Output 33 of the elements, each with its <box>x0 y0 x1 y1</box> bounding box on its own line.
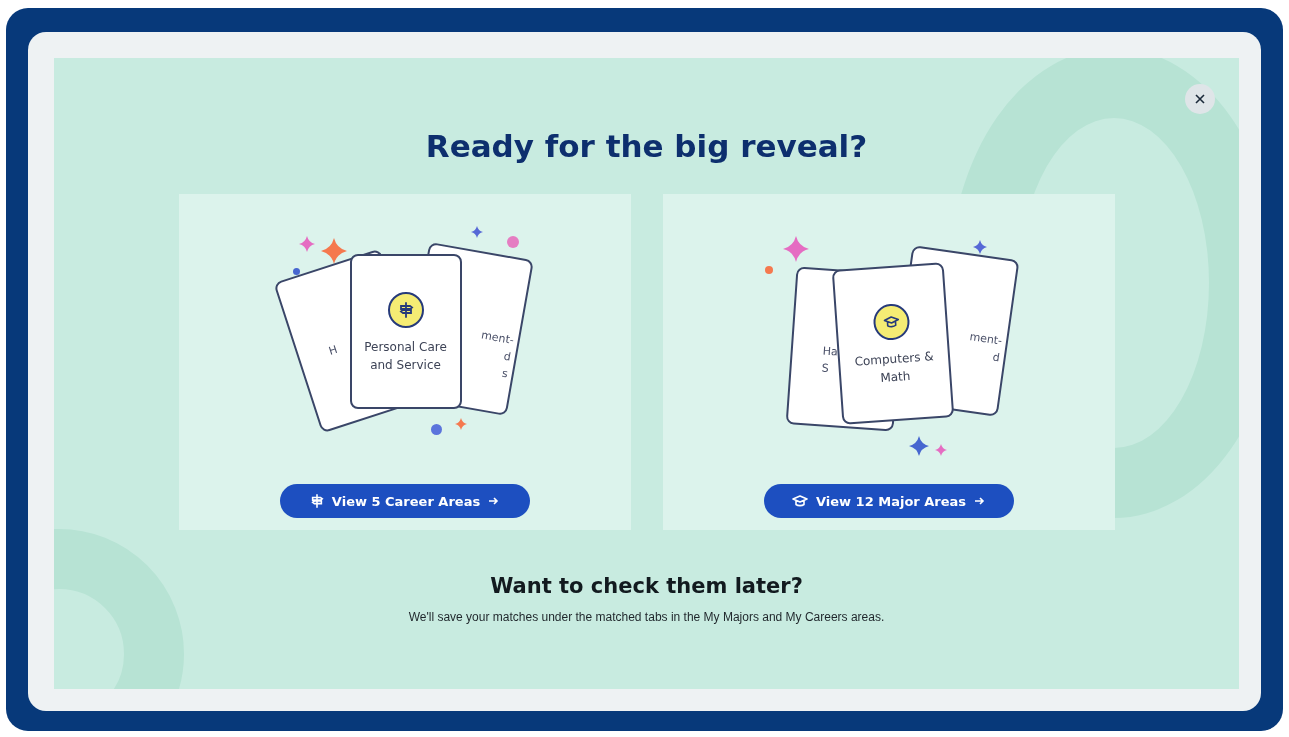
card-label: Computers & Math <box>852 348 935 387</box>
dot-icon <box>764 266 773 274</box>
sparkle-icon <box>470 226 483 238</box>
card-label: S <box>820 360 829 377</box>
sparkle-icon <box>782 236 809 262</box>
dialog-title: Ready for the big reveal? <box>425 128 868 164</box>
dot-icon <box>292 268 300 275</box>
signpost-icon <box>397 302 414 318</box>
card-label: d <box>501 348 512 366</box>
sparkle-icon <box>934 444 947 456</box>
card-label: d <box>991 349 1001 367</box>
arrow-right-icon <box>488 496 500 506</box>
card-label: Personal Care and Service <box>363 339 448 374</box>
sparkle-icon <box>908 436 929 456</box>
sparkle-icon <box>298 236 315 252</box>
later-heading: Want to check them later? <box>490 574 803 598</box>
view-areas-button[interactable]: View 5 Career Areas <box>279 484 530 518</box>
signpost-icon <box>309 494 324 508</box>
arrow-right-icon <box>974 496 986 506</box>
close-icon <box>1195 94 1205 104</box>
sparkle-icon <box>454 418 467 430</box>
dot-icon <box>430 424 442 435</box>
view-areas-button[interactable]: View 12 Major Areas <box>763 484 1014 518</box>
card-label: H <box>326 342 340 360</box>
graduation-cap-icon <box>791 493 808 509</box>
card-label: ment- <box>479 327 515 349</box>
card-label: s <box>500 365 509 383</box>
card-label: Ha <box>821 343 838 361</box>
card-label: ment- <box>967 329 1003 350</box>
sparkle-icon <box>320 238 347 264</box>
sparkle-icon <box>972 240 987 254</box>
later-text: We'll save your matches under the matched tabs in the My Majors and My Careers areas. <box>408 610 885 624</box>
dot-icon <box>506 236 519 248</box>
